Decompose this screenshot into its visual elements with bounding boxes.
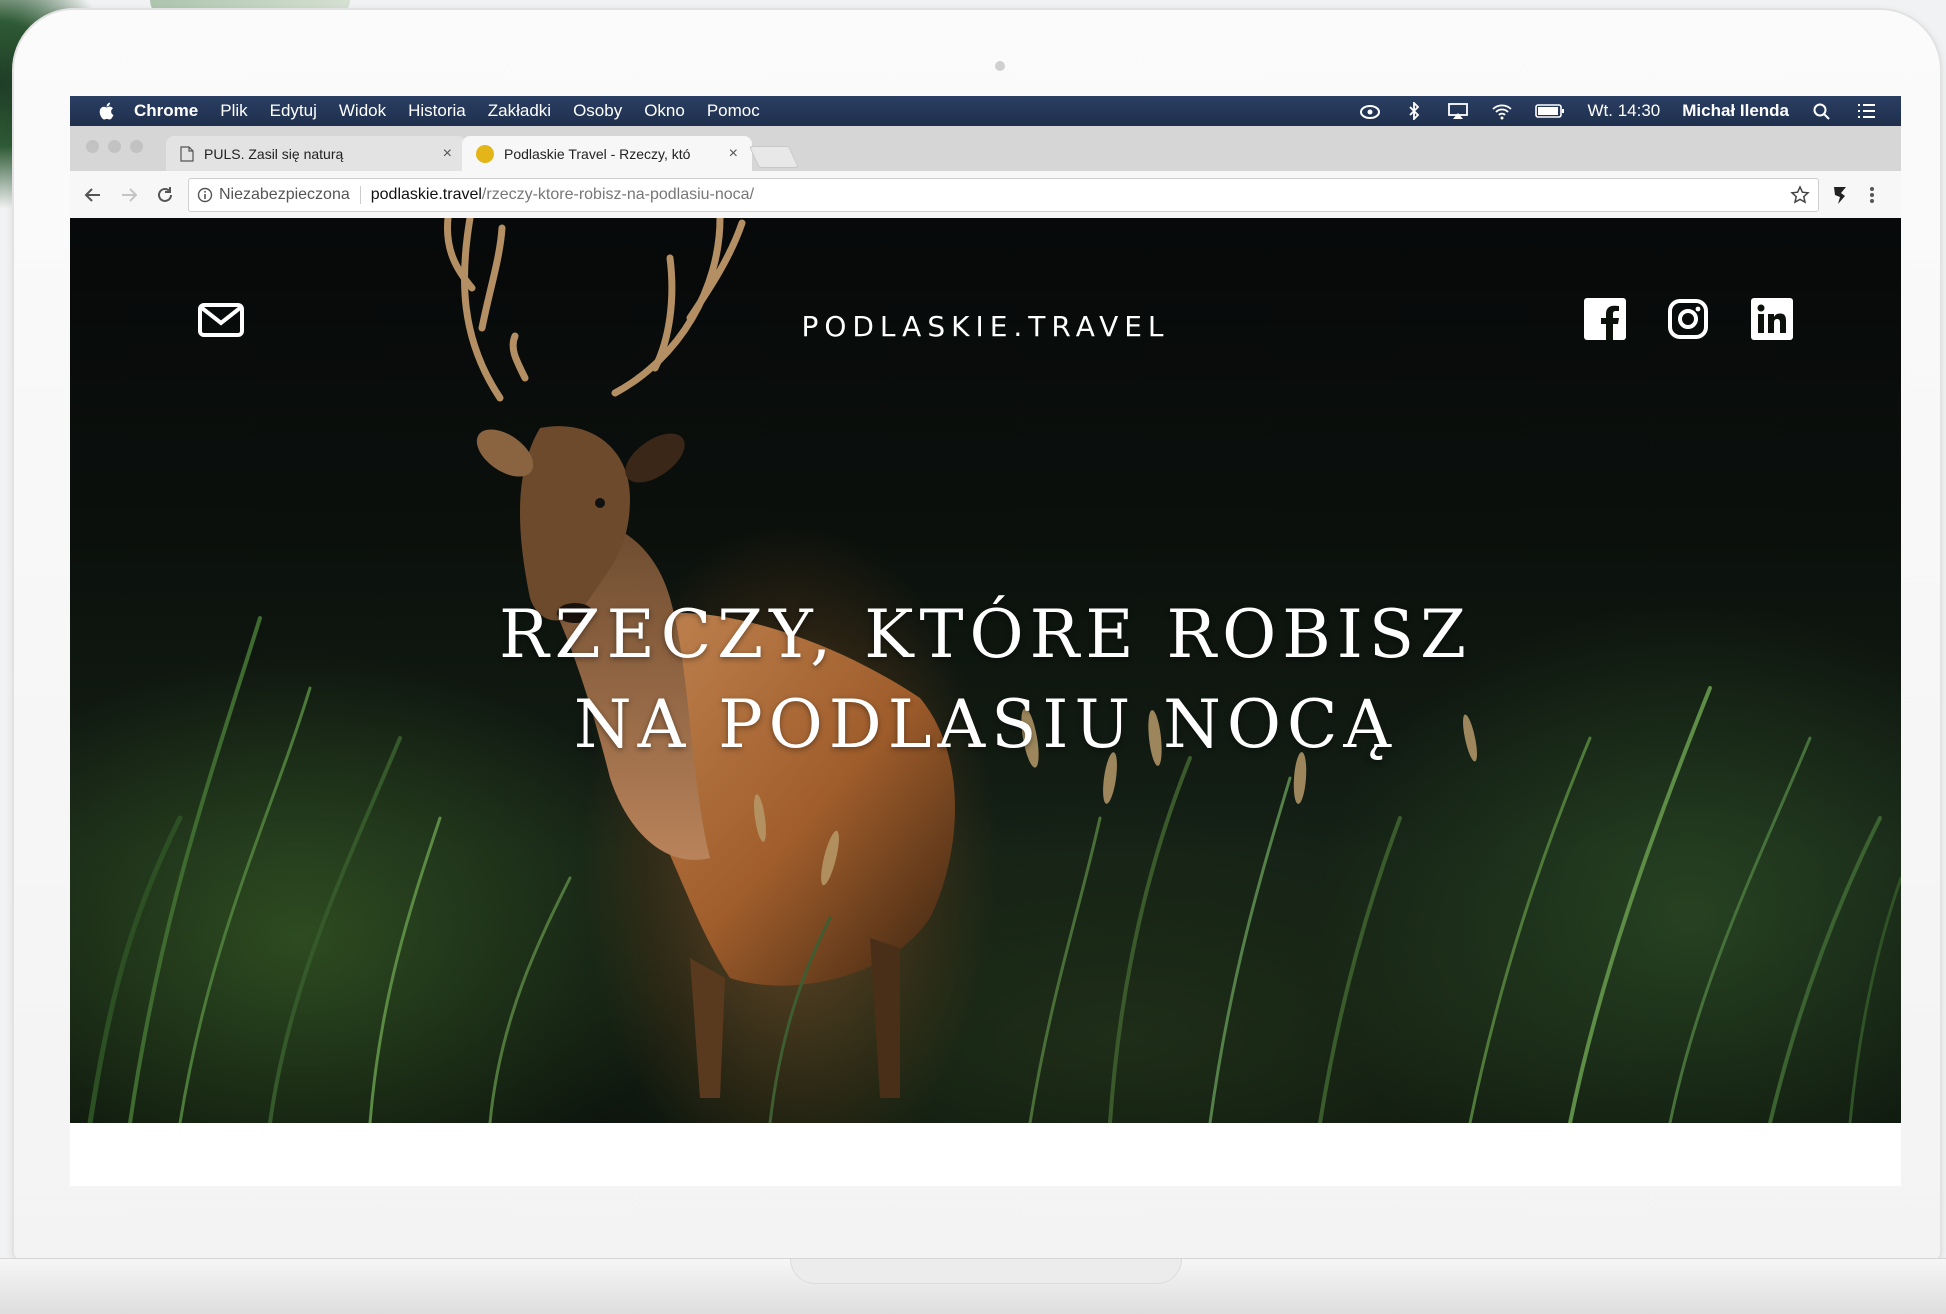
chrome-menu-button[interactable]	[1861, 184, 1883, 206]
zoom-window-button[interactable]	[130, 140, 143, 153]
document-icon	[180, 145, 194, 162]
tab-podlaskie-travel[interactable]: Podlaskie Travel - Rzeczy, któ ×	[462, 136, 752, 171]
info-icon[interactable]	[197, 187, 213, 203]
tab-title: Podlaskie Travel - Rzeczy, któ	[504, 145, 691, 162]
menubar-clock[interactable]: Wt. 14:30	[1587, 101, 1660, 121]
hero-section: PODLASKIE.TRAVEL RZECZY, KTÓRE ROBISZ NA…	[70, 218, 1901, 1123]
minimize-window-button[interactable]	[108, 140, 121, 153]
close-window-button[interactable]	[86, 140, 99, 153]
headline-line-2: NA PODLASIU NOCĄ	[573, 686, 1398, 763]
menubar-status-area: Wt. 14:30 Michał Ilenda	[1359, 101, 1901, 121]
facebook-icon[interactable]	[1584, 298, 1626, 340]
favicon-icon	[476, 144, 494, 163]
url-host: podlaskie.travel	[370, 185, 482, 203]
window-controls	[86, 140, 143, 153]
forward-button[interactable]	[116, 182, 142, 208]
linkedin-icon[interactable]	[1751, 298, 1793, 340]
menu-widok[interactable]: Widok	[339, 101, 386, 121]
laptop-camera	[995, 61, 1005, 71]
close-tab-icon[interactable]: ×	[443, 145, 452, 163]
more-vertical-icon	[1870, 186, 1874, 203]
security-label[interactable]: Niezabezpieczona	[219, 185, 361, 204]
browser-toolbar: Niezabezpieczona podlaskie.travel/rzeczy…	[70, 171, 1901, 219]
laptop-base	[0, 1258, 1946, 1314]
instagram-icon[interactable]	[1667, 298, 1709, 340]
arrow-left-icon	[84, 187, 100, 202]
menu-osoby[interactable]: Osoby	[573, 101, 622, 121]
menu-edytuj[interactable]: Edytuj	[270, 101, 317, 121]
menu-chrome[interactable]: Chrome	[134, 101, 198, 121]
page-below-fold	[70, 1123, 1901, 1186]
menu-zakladki[interactable]: Zakładki	[488, 101, 551, 121]
creative-cloud-icon[interactable]	[1359, 102, 1381, 120]
site-header: PODLASKIE.TRAVEL	[70, 218, 1901, 398]
tab-title: PULS. Zasil się naturą	[204, 145, 344, 162]
reload-icon	[158, 186, 172, 202]
macos-menubar: Chrome Plik Edytuj Widok Historia Zakład…	[70, 96, 1901, 126]
headline-line-1: RZECZY, KTÓRE ROBISZ	[499, 596, 1472, 673]
menu-plik[interactable]: Plik	[220, 101, 247, 121]
menu-historia[interactable]: Historia	[408, 101, 466, 121]
laptop-screen: Chrome Plik Edytuj Widok Historia Zakład…	[70, 96, 1901, 1186]
battery-icon[interactable]	[1535, 102, 1565, 120]
site-logo[interactable]: PODLASKIE.TRAVEL	[70, 310, 1901, 343]
back-button[interactable]	[80, 182, 106, 208]
address-bar[interactable]: Niezabezpieczona podlaskie.travel/rzeczy…	[188, 177, 1819, 212]
menubar-user[interactable]: Michał Ilenda	[1682, 101, 1789, 121]
arrow-right-icon	[122, 187, 138, 202]
new-tab-button[interactable]	[748, 146, 800, 168]
wifi-icon[interactable]	[1491, 102, 1513, 120]
menu-okno[interactable]: Okno	[644, 101, 685, 121]
tab-puls[interactable]: PULS. Zasil się naturą ×	[166, 136, 466, 171]
notification-center-icon[interactable]	[1855, 102, 1877, 120]
url-path: /rzeczy-ktore-robisz-na-podlasiu-noca/	[481, 185, 755, 203]
hero-headline: RZECZY, KTÓRE ROBISZ NA PODLASIU NOCĄ	[70, 590, 1901, 770]
laptop-notch	[790, 1259, 1182, 1284]
apple-icon[interactable]	[96, 100, 118, 122]
extension-button[interactable]	[1829, 184, 1851, 206]
extension-icon	[1834, 186, 1846, 204]
menu-pomoc[interactable]: Pomoc	[707, 101, 760, 121]
bookmark-star-icon[interactable]	[1790, 184, 1810, 205]
airplay-icon[interactable]	[1447, 102, 1469, 120]
spotlight-search-icon[interactable]	[1811, 102, 1833, 120]
bluetooth-icon[interactable]	[1403, 102, 1425, 120]
browser-tab-strip: PULS. Zasil się naturą × Podlaskie Trave…	[70, 126, 1901, 172]
close-tab-icon[interactable]: ×	[729, 145, 738, 163]
reload-button[interactable]	[152, 182, 178, 208]
